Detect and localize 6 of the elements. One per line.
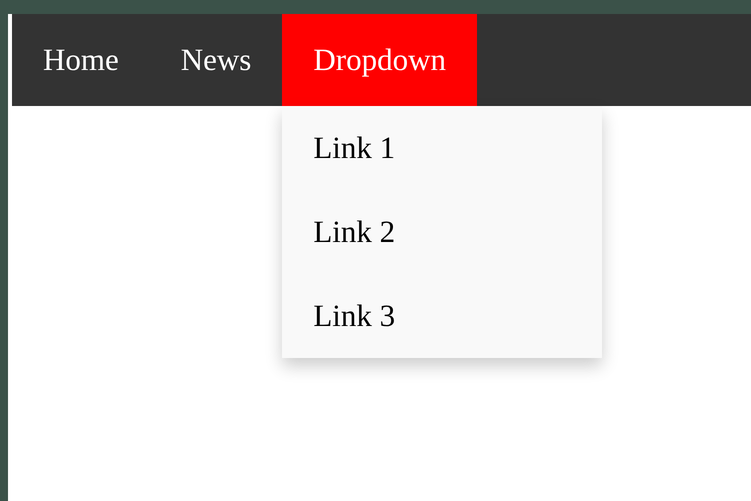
nav-link[interactable]: Home — [12, 14, 150, 106]
menu-link[interactable]: Link 3 — [282, 274, 602, 358]
menu-link[interactable]: Link 2 — [282, 190, 602, 274]
dropdown-button[interactable]: Dropdown — [282, 14, 477, 106]
nav-link[interactable]: News — [150, 14, 282, 106]
menu-link[interactable]: Link 1 — [282, 106, 602, 190]
